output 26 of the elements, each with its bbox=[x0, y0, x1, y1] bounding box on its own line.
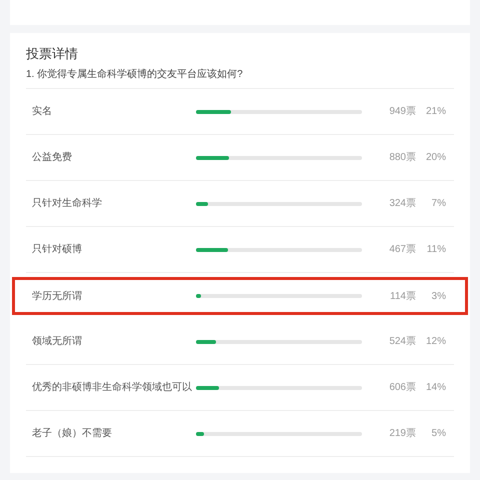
vote-percent: 21% bbox=[426, 106, 446, 117]
question-text: 1. 你觉得专属生命科学硕博的交友平台应该如何? bbox=[26, 68, 243, 82]
option-label: 只针对生命科学 bbox=[32, 198, 102, 209]
option-label: 只针对硕博 bbox=[32, 244, 82, 255]
option-label: 优秀的非硕博非生命科学领域也可以 bbox=[32, 382, 192, 393]
section-title: 投票详情 bbox=[26, 45, 78, 63]
vote-count: 114票 bbox=[390, 290, 416, 302]
vote-count: 606票 bbox=[389, 382, 416, 393]
option-label: 学历无所谓 bbox=[32, 290, 82, 302]
option-label: 领域无所谓 bbox=[32, 336, 82, 347]
option-label: 老子（娘）不需要 bbox=[32, 428, 112, 439]
option-label: 实名 bbox=[32, 106, 52, 117]
vote-percent: 3% bbox=[432, 290, 446, 302]
vote-count: 219票 bbox=[389, 428, 416, 439]
vote-count: 949票 bbox=[389, 106, 416, 117]
vote-percent: 11% bbox=[426, 244, 446, 255]
vote-count: 880票 bbox=[389, 152, 416, 163]
option-label: 公益免费 bbox=[32, 152, 72, 163]
vote-count: 324票 bbox=[389, 198, 416, 209]
vote-percent: 12% bbox=[426, 336, 446, 347]
vote-percent: 14% bbox=[426, 382, 446, 393]
vote-percent: 5% bbox=[432, 428, 446, 439]
vote-percent: 20% bbox=[426, 152, 446, 163]
vote-percent: 7% bbox=[432, 198, 446, 209]
vote-count: 524票 bbox=[389, 336, 416, 347]
vote-count: 467票 bbox=[389, 244, 416, 255]
